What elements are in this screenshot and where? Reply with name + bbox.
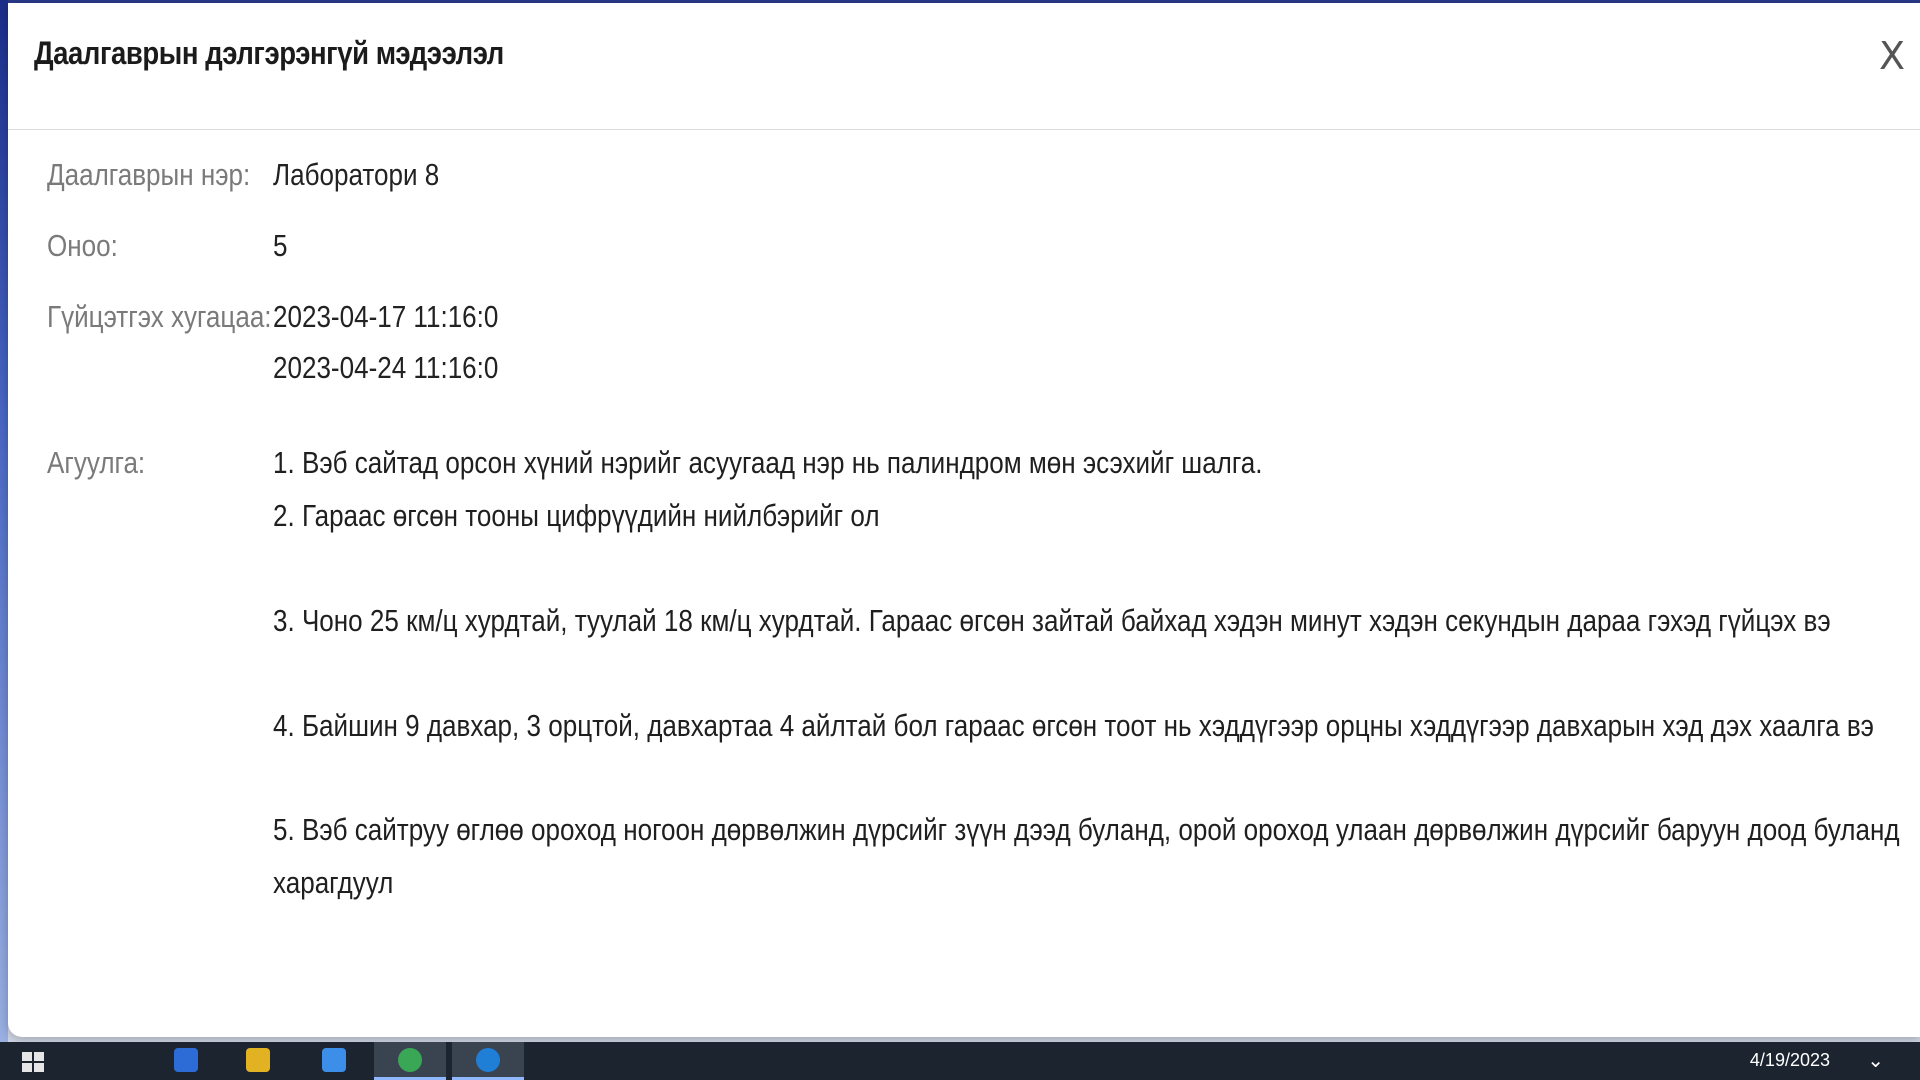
content-line-3: 3. Чоно 25 км/ц хурдтай, туулай 18 км/ц … (273, 603, 1831, 638)
folder-icon (246, 1048, 270, 1072)
taskbar-edge[interactable] (452, 1042, 524, 1080)
task-name-label: Даалгаврын нэр: (47, 157, 251, 192)
modal-title: Даалгаврын дэлгэрэнгүй мэдээлэл (34, 35, 504, 71)
taskbar-app-1[interactable] (150, 1042, 222, 1080)
duration-label: Гүйцэтгэх хугацаа: (47, 299, 272, 334)
content-label: Агуулга: (47, 445, 146, 480)
start-date: 2023-04-17 11:16:0 (273, 299, 499, 334)
chevron-down-icon[interactable]: ⌄ (1867, 1048, 1884, 1073)
edge-icon (476, 1048, 500, 1072)
app-icon (174, 1048, 198, 1072)
taskbar: 4/19/2023 ⌄ (0, 1042, 1920, 1080)
content-line-5-cont: харагдуул (273, 865, 394, 900)
end-date: 2023-04-24 11:16:0 (273, 350, 499, 385)
windows-start-icon[interactable] (22, 1052, 44, 1072)
content-line-5: 5. Вэб сайтруу өглөө ороход ногоон дөрвө… (273, 812, 1900, 847)
content-line-1: 1. Вэб сайтад орсон хүний нэрийг асуугаа… (273, 445, 1263, 480)
content-line-2: 2. Гараас өгсөн тооны цифрүүдийн нийлбэр… (273, 498, 880, 533)
taskbar-chrome[interactable] (374, 1042, 446, 1080)
desktop-background (0, 0, 8, 1042)
taskbar-app-2[interactable] (222, 1042, 294, 1080)
task-detail-modal: Даалгаврын дэлгэрэнгүй мэдээлэл X Даалга… (8, 3, 1920, 1037)
score-label: Оноо: (47, 228, 118, 263)
task-name-value: Лаборатори 8 (273, 157, 440, 192)
taskbar-date[interactable]: 4/19/2023 (1750, 1050, 1830, 1071)
taskbar-app-3[interactable] (298, 1042, 370, 1080)
close-button[interactable]: X (1872, 31, 1912, 81)
chrome-icon (398, 1048, 422, 1072)
modal-header: Даалгаврын дэлгэрэнгүй мэдээлэл X (8, 3, 1920, 130)
score-value: 5 (273, 228, 288, 263)
content-line-4: 4. Байшин 9 давхар, 3 орцтой, давхартаа … (273, 708, 1874, 743)
app-icon (322, 1048, 346, 1072)
